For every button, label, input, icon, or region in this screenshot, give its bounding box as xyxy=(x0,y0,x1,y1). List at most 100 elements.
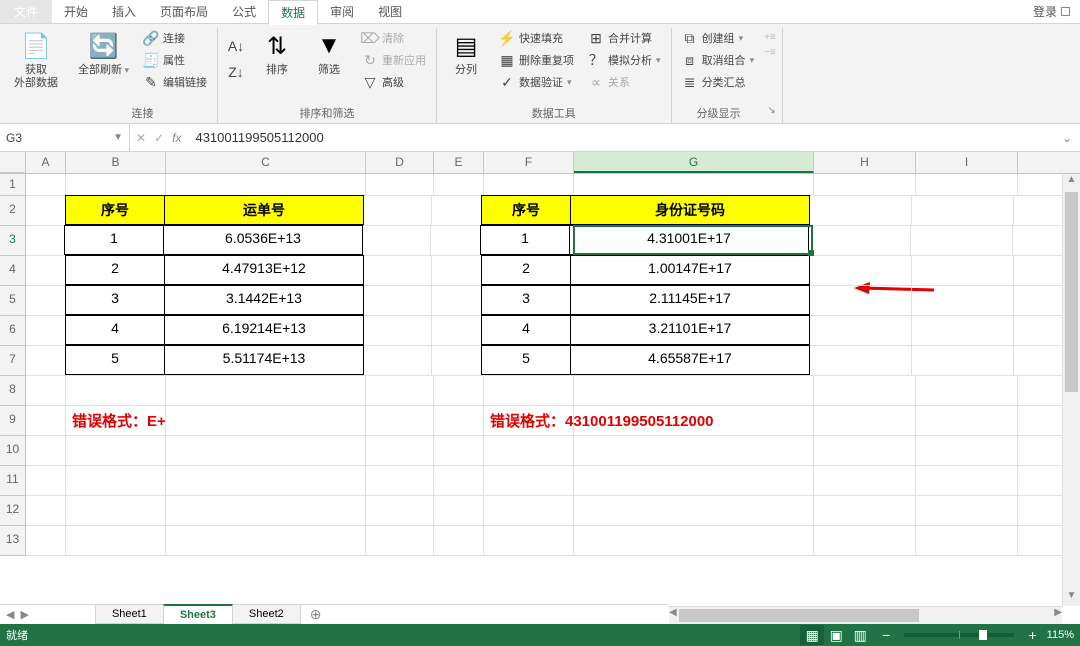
cell-D10[interactable] xyxy=(366,436,434,465)
select-all-corner[interactable] xyxy=(0,152,26,173)
row-header-12[interactable]: 12 xyxy=(0,496,26,526)
cell-C6[interactable]: 6.19214E+13 xyxy=(164,315,364,345)
fx-button[interactable]: fx xyxy=(172,131,181,145)
cell-I2[interactable] xyxy=(912,196,1014,225)
formula-cancel-icon[interactable]: ✕ xyxy=(136,131,146,145)
column-header-F[interactable]: F xyxy=(484,152,574,173)
view-page-layout-button[interactable]: ▣ xyxy=(824,625,848,645)
cell-D7[interactable] xyxy=(364,346,432,375)
cell-E9[interactable] xyxy=(434,406,484,435)
tab-insert[interactable]: 插入 xyxy=(100,0,148,23)
cell-I4[interactable] xyxy=(912,256,1014,285)
login-button[interactable]: 登录 xyxy=(1023,0,1080,23)
cell-G10[interactable] xyxy=(574,436,814,465)
column-header-B[interactable]: B xyxy=(66,152,166,173)
column-header-G[interactable]: G xyxy=(574,152,814,173)
relationships-button[interactable]: ∝关系 xyxy=(584,72,665,92)
row-header-13[interactable]: 13 xyxy=(0,526,26,556)
column-header-A[interactable]: A xyxy=(26,152,66,173)
cell-H8[interactable] xyxy=(814,376,916,405)
cell-A11[interactable] xyxy=(26,466,66,495)
formula-expand-icon[interactable]: ⌄ xyxy=(1054,131,1080,145)
row-header-1[interactable]: 1 xyxy=(0,174,26,196)
ungroup-button[interactable]: ⧈取消组合 ▾ xyxy=(678,50,759,70)
cell-I8[interactable] xyxy=(916,376,1018,405)
cell-E2[interactable] xyxy=(432,196,482,225)
cell-C12[interactable] xyxy=(166,496,366,525)
tab-review[interactable]: 审阅 xyxy=(318,0,366,23)
sort-az-button[interactable]: A↓ xyxy=(224,36,248,56)
zoom-in-button[interactable]: + xyxy=(1026,627,1038,643)
whatif-button[interactable]: ？模拟分析 ▾ xyxy=(584,50,665,70)
spreadsheet-grid[interactable]: ABCDEFGHI 12序号运单号序号身份证号码316.0536E+1314.3… xyxy=(0,152,1080,582)
cell-A7[interactable] xyxy=(26,346,66,375)
refresh-all-button[interactable]: 🔄 全部刷新 ▾ xyxy=(74,28,133,79)
cell-H12[interactable] xyxy=(814,496,916,525)
formula-accept-icon[interactable]: ✓ xyxy=(154,131,164,145)
cell-C7[interactable]: 5.51174E+13 xyxy=(164,345,364,375)
sheet-tab-sheet1[interactable]: Sheet1 xyxy=(95,605,164,624)
get-external-data-button[interactable]: 📄 获取 外部数据 xyxy=(10,28,62,92)
cell-A9[interactable] xyxy=(26,406,66,435)
consolidate-button[interactable]: ⊞合并计算 xyxy=(584,28,665,48)
cell-G1[interactable] xyxy=(574,174,814,195)
cell-C9[interactable] xyxy=(166,406,366,435)
vertical-scrollbar[interactable]: ▲ ▼ xyxy=(1062,174,1080,606)
text-to-columns-button[interactable]: ▤ 分列 xyxy=(443,28,489,79)
cell-F3[interactable]: 1 xyxy=(480,225,570,255)
cell-I1[interactable] xyxy=(916,174,1018,195)
cell-G6[interactable]: 3.21101E+17 xyxy=(570,315,810,345)
sheet-nav-prev-icon[interactable]: ◀ xyxy=(4,608,16,621)
row-header-11[interactable]: 11 xyxy=(0,466,26,496)
cell-B5[interactable]: 3 xyxy=(65,285,165,315)
cell-G11[interactable] xyxy=(574,466,814,495)
row-header-4[interactable]: 4 xyxy=(0,256,26,286)
cell-H13[interactable] xyxy=(814,526,916,555)
reapply-button[interactable]: ↻重新应用 xyxy=(358,50,430,70)
row-header-2[interactable]: 2 xyxy=(0,196,26,226)
cell-H3[interactable] xyxy=(809,226,911,255)
properties-button[interactable]: 🧾属性 xyxy=(139,50,211,70)
cell-H10[interactable] xyxy=(814,436,916,465)
cell-C11[interactable] xyxy=(166,466,366,495)
edit-links-button[interactable]: ✎编辑链接 xyxy=(139,72,211,92)
zoom-level[interactable]: 115% xyxy=(1047,629,1074,641)
cell-F10[interactable] xyxy=(484,436,574,465)
cell-F13[interactable] xyxy=(484,526,574,555)
sheet-tab-sheet2[interactable]: Sheet2 xyxy=(232,605,301,624)
cell-C1[interactable] xyxy=(166,174,366,195)
cell-A6[interactable] xyxy=(26,316,66,345)
cell-H1[interactable] xyxy=(814,174,916,195)
cell-G8[interactable] xyxy=(574,376,814,405)
cell-G5[interactable]: 2.11145E+17 xyxy=(570,285,810,315)
cell-D4[interactable] xyxy=(364,256,432,285)
cell-E13[interactable] xyxy=(434,526,484,555)
tab-data[interactable]: 数据 xyxy=(268,0,318,25)
view-normal-button[interactable]: ▦ xyxy=(800,625,824,645)
cell-D11[interactable] xyxy=(366,466,434,495)
cell-B12[interactable] xyxy=(66,496,166,525)
cell-I13[interactable] xyxy=(916,526,1018,555)
cell-D6[interactable] xyxy=(364,316,432,345)
cell-A4[interactable] xyxy=(26,256,66,285)
scroll-left-icon[interactable]: ◀ xyxy=(669,607,677,623)
tab-formulas[interactable]: 公式 xyxy=(220,0,268,23)
column-header-I[interactable]: I xyxy=(916,152,1018,173)
cell-B6[interactable]: 4 xyxy=(65,315,165,345)
group-create-button[interactable]: ⧉创建组 ▾ xyxy=(678,28,759,48)
cell-D8[interactable] xyxy=(366,376,434,405)
cell-F5[interactable]: 3 xyxy=(481,285,571,315)
cell-C10[interactable] xyxy=(166,436,366,465)
column-header-D[interactable]: D xyxy=(366,152,434,173)
remove-duplicates-button[interactable]: ▦删除重复项 xyxy=(495,50,578,70)
cell-F1[interactable] xyxy=(484,174,574,195)
cell-D1[interactable] xyxy=(366,174,434,195)
cell-I3[interactable] xyxy=(911,226,1013,255)
scroll-up-icon[interactable]: ▲ xyxy=(1063,174,1080,190)
cell-B2[interactable]: 序号 xyxy=(65,195,165,225)
cell-B7[interactable]: 5 xyxy=(65,345,165,375)
cell-G13[interactable] xyxy=(574,526,814,555)
sort-za-button[interactable]: Z↓ xyxy=(224,62,248,82)
sort-button[interactable]: ⇅ 排序 xyxy=(254,28,300,79)
cell-G2[interactable]: 身份证号码 xyxy=(570,195,810,225)
